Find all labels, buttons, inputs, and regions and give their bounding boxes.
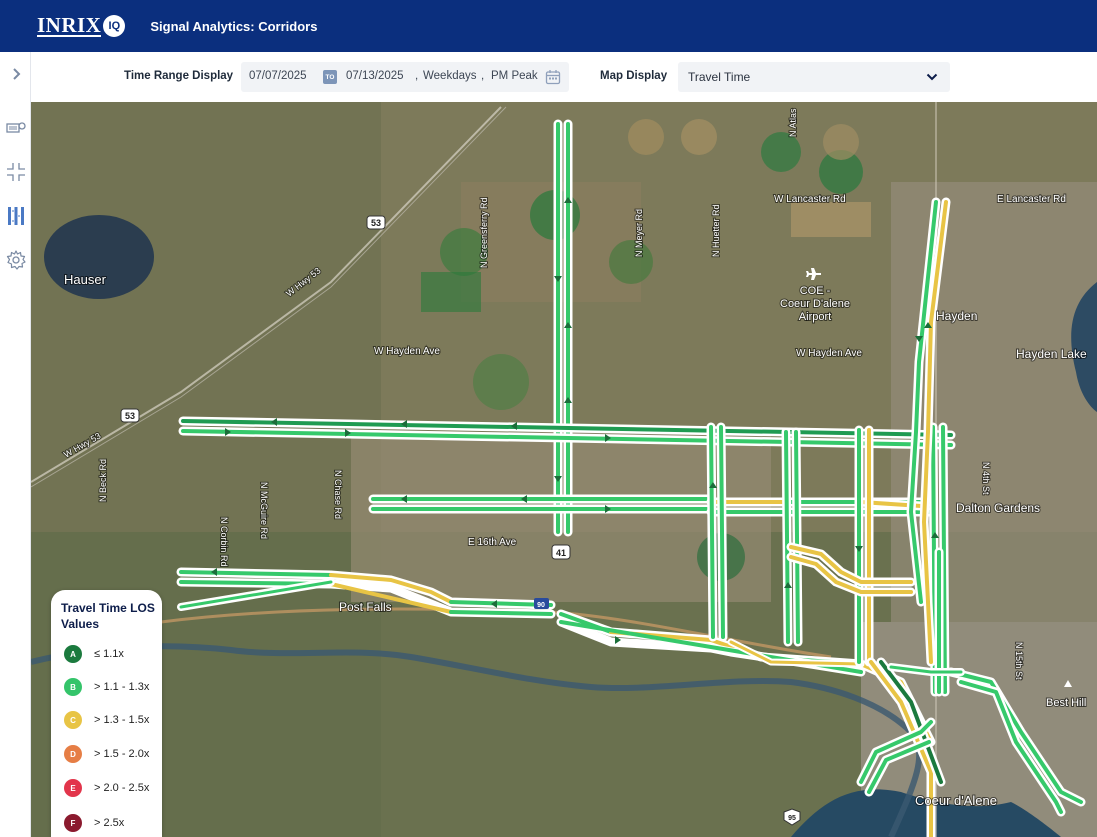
svg-text:N Beck Rd: N Beck Rd: [98, 459, 108, 502]
svg-text:E Lancaster Rd: E Lancaster Rd: [997, 194, 1066, 205]
legend-item: D > 1.5 - 2.0x: [64, 745, 149, 763]
svg-text:N 4th St: N 4th St: [981, 462, 991, 495]
legend-item: B > 1.1 - 1.3x: [64, 678, 149, 696]
sidebar-item-cameras[interactable]: [0, 116, 31, 140]
logo-text: INRIX: [37, 13, 102, 37]
svg-text:N McGuire Rd: N McGuire Rd: [259, 482, 269, 539]
svg-text:95: 95: [788, 815, 796, 822]
los-badge: E: [64, 779, 82, 797]
svg-text:N Atlas: N Atlas: [788, 108, 798, 137]
map-display-select[interactable]: Travel Time: [678, 62, 950, 92]
svg-text:Hauser: Hauser: [64, 272, 107, 287]
chevron-down-icon: [926, 73, 938, 81]
svg-text:N Meyer Rd: N Meyer Rd: [634, 209, 644, 257]
svg-text:Best Hill: Best Hill: [1046, 697, 1086, 709]
to-badge: TO: [323, 70, 337, 84]
gear-icon: [6, 250, 26, 270]
map-view[interactable]: 53 53 41 95 90 Hauser W Hwy 53 W Hwy 53 …: [31, 102, 1097, 837]
los-badge: C: [64, 711, 82, 729]
svg-text:53: 53: [125, 411, 135, 421]
svg-text:Post Falls: Post Falls: [339, 600, 392, 614]
svg-text:E 16th Ave: E 16th Ave: [468, 537, 517, 548]
svg-text:Hayden Lake: Hayden Lake: [1016, 347, 1087, 361]
svg-text:41: 41: [556, 548, 566, 558]
map-display-value: Travel Time: [688, 70, 751, 84]
svg-text:N Chase Rd: N Chase Rd: [333, 470, 343, 519]
header-bar: INRIX IQ Signal Analytics: Corridors: [0, 0, 1097, 52]
svg-text:COE -: COE -: [800, 285, 831, 297]
logo-badge: IQ: [103, 15, 126, 37]
chevron-right-icon: [12, 68, 20, 80]
legend-item: F > 2.5x: [64, 814, 124, 832]
left-sidebar: [0, 52, 31, 837]
los-badge: B: [64, 678, 82, 696]
camera-icon: [5, 122, 26, 133]
los-badge: D: [64, 745, 82, 763]
period: PM Peak: [491, 70, 538, 82]
svg-text:53: 53: [371, 218, 381, 228]
svg-text:Airport: Airport: [799, 311, 831, 323]
los-legend: Travel Time LOS Values A ≤ 1.1x B > 1.1 …: [51, 590, 162, 837]
svg-text:Dalton Gardens: Dalton Gardens: [956, 501, 1040, 515]
legend-item-label: > 2.5x: [94, 817, 125, 829]
sidebar-expand-button[interactable]: [0, 62, 31, 86]
svg-text:N Corbin Rd: N Corbin Rd: [219, 517, 229, 567]
svg-text:Coeur D'alene: Coeur D'alene: [780, 298, 850, 310]
sidebar-item-corridors[interactable]: [0, 204, 31, 228]
svg-text:W Hayden Ave: W Hayden Ave: [374, 346, 440, 357]
day-type: Weekdays: [423, 70, 477, 82]
los-badge: F: [64, 814, 82, 832]
time-range-label: Time Range Display: [124, 70, 234, 82]
svg-text:90: 90: [537, 602, 545, 609]
legend-item-label: > 1.3 - 1.5x: [94, 714, 150, 726]
svg-text:N Greensferry Rd: N Greensferry Rd: [479, 197, 489, 268]
svg-text:Hayden: Hayden: [936, 309, 977, 323]
app-title: Signal Analytics: Corridors: [150, 18, 318, 34]
svg-text:N 15th St: N 15th St: [1014, 642, 1024, 680]
legend-item-label: ≤ 1.1x: [94, 648, 124, 660]
date-range-picker[interactable]: 07/07/2025 TO 07/13/2025 , Weekdays , PM…: [241, 62, 569, 92]
legend-item: E > 2.0 - 2.5x: [64, 779, 149, 797]
filter-bar: Time Range Display 07/07/2025 TO 07/13/2…: [31, 52, 1097, 102]
legend-item-label: > 1.1 - 1.3x: [94, 681, 150, 693]
start-date: 07/07/2025: [249, 70, 307, 82]
sidebar-item-settings[interactable]: [0, 248, 31, 272]
map-canvas: 53 53 41 95 90 Hauser W Hwy 53 W Hwy 53 …: [31, 102, 1097, 837]
sidebar-item-intersections[interactable]: [0, 160, 31, 184]
map-display-label: Map Display: [600, 70, 668, 82]
legend-item: C > 1.3 - 1.5x: [64, 711, 149, 729]
legend-item-label: > 2.0 - 2.5x: [94, 782, 150, 794]
legend-item: A ≤ 1.1x: [64, 645, 124, 663]
inrix-logo[interactable]: INRIX IQ: [37, 13, 126, 37]
end-date: 07/13/2025: [346, 70, 404, 82]
corridor-icon: [7, 207, 24, 225]
los-badge: A: [64, 645, 82, 663]
svg-text:Coeur d'Alene: Coeur d'Alene: [915, 793, 997, 808]
calendar-icon[interactable]: [545, 69, 561, 85]
intersection-icon: [6, 163, 25, 181]
legend-item-label: > 1.5 - 2.0x: [94, 748, 150, 760]
svg-text:W Lancaster Rd: W Lancaster Rd: [774, 194, 846, 205]
legend-title: Travel Time LOS Values: [61, 601, 155, 631]
svg-text:N Huetter Rd: N Huetter Rd: [711, 204, 721, 257]
svg-text:W Hayden Ave: W Hayden Ave: [796, 348, 862, 359]
